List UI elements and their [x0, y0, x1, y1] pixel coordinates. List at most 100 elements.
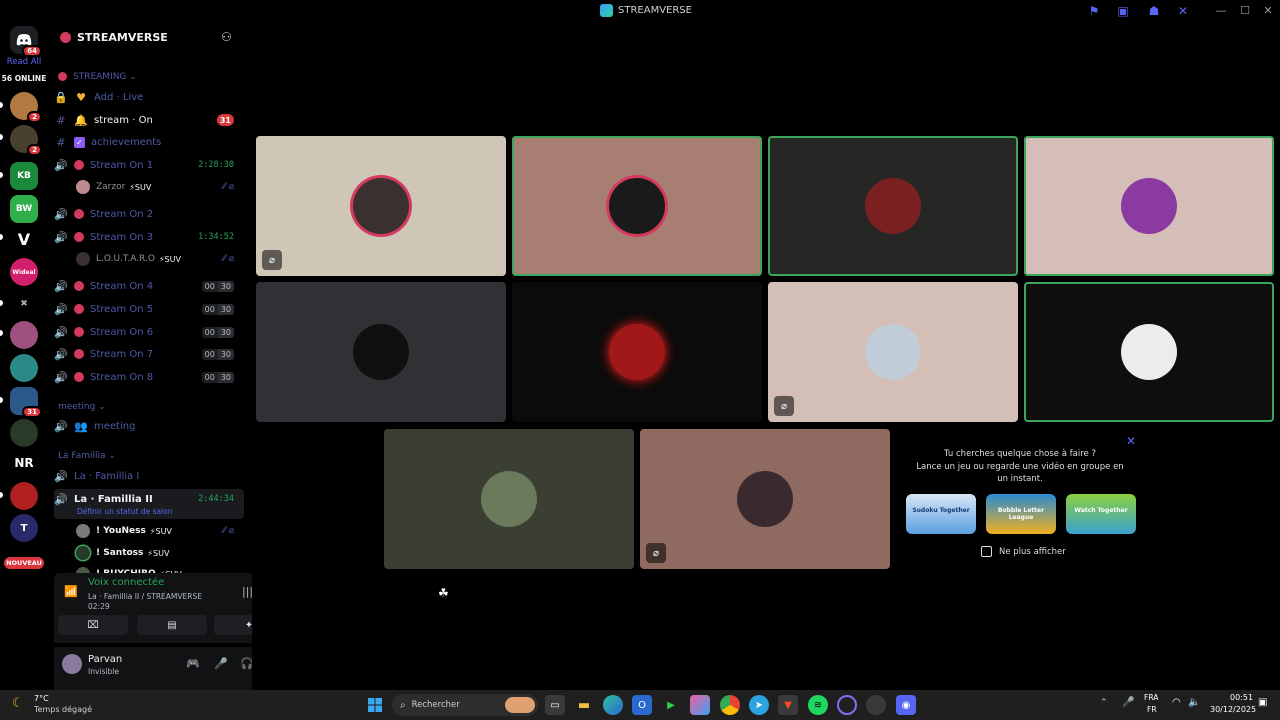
server-icon-t[interactable]: T — [10, 514, 38, 542]
voice-channel-famillia-1[interactable]: 🔊 La · Famillia I — [54, 466, 246, 486]
noise-suppression-icon[interactable]: ||| — [242, 585, 252, 598]
input-language[interactable]: FRA — [1144, 693, 1158, 702]
server-icon-v[interactable]: V — [10, 225, 38, 253]
participant-tile[interactable] — [512, 282, 762, 422]
voice-user[interactable]: Zarzor ⚡SUV ⁄⁄ ⌀ — [76, 177, 246, 197]
wifi-icon[interactable]: ◠ — [1172, 697, 1181, 708]
server-icon-cross[interactable]: ✖ — [10, 290, 38, 318]
voice-channel-stream-on-3[interactable]: 🔊 Stream On 3 1:34:52 — [54, 227, 246, 247]
voice-user[interactable]: L.O.U.T.A.R.O ⚡SUV ⁄⁄ ⌀ — [76, 249, 246, 269]
channel-stream-on[interactable]: # 🔔 stream · On 31 — [54, 110, 246, 130]
inbox-icon[interactable]: ▣ — [1115, 3, 1131, 19]
server-icon-2[interactable]: 2 — [10, 125, 42, 156]
notification-icon[interactable]: ▣ — [1258, 697, 1267, 708]
headphones-icon[interactable]: 🎧 — [240, 657, 252, 670]
search-box[interactable]: ⌕ Rechercher — [392, 694, 538, 716]
voice-user[interactable]: ! YouNess ⚡SUV ⁄⁄ ⌀ — [76, 521, 246, 541]
dm-home-button[interactable]: 64 — [10, 26, 42, 57]
participant-tile[interactable] — [384, 429, 634, 569]
flag-icon[interactable]: ⚑ — [1086, 3, 1102, 19]
voice-channel-link[interactable]: La · Famillia II / STREAMVERSE — [88, 592, 202, 601]
voice-channel-stream-on-5[interactable]: 🔊 Stream On 5 00 30 — [54, 299, 246, 319]
app-icon[interactable] — [866, 695, 886, 715]
voice-channel-stream-on-4[interactable]: 🔊 Stream On 4 00 30 — [54, 276, 246, 296]
participant-tile[interactable]: ⌀ — [256, 136, 506, 276]
volume-icon[interactable]: 🔈 — [1188, 697, 1200, 708]
participant-tile[interactable] — [256, 282, 506, 422]
voice-user[interactable]: ! Santoss ⚡SUV — [76, 543, 246, 563]
add-member-icon[interactable]: ⚇ — [221, 30, 232, 44]
voice-channel-stream-on-2[interactable]: 🔊 Stream On 2 — [54, 204, 246, 224]
alien-icon[interactable]: ☗ — [1146, 3, 1162, 19]
clock-date[interactable]: 30/12/2025 — [1210, 705, 1256, 714]
maximize-button[interactable]: ☐ — [1236, 3, 1254, 19]
server-icon-8[interactable] — [10, 321, 38, 349]
server-icon-kb[interactable]: KB — [10, 162, 38, 190]
weather-temp[interactable]: 7°C — [34, 694, 49, 703]
voice-channel-meeting[interactable]: 🔊 👥 meeting — [54, 416, 246, 436]
chevron-up-icon[interactable]: ⌃ — [1100, 698, 1108, 708]
camera-off-button[interactable]: ⌧ — [58, 615, 128, 635]
dont-show-checkbox[interactable] — [981, 546, 992, 557]
spotify-icon[interactable]: ≋ — [808, 695, 828, 715]
file-explorer-icon[interactable]: ▬ — [574, 695, 594, 715]
category-famillia[interactable]: La Famillia ⌄ — [58, 451, 116, 461]
server-icon-wideal[interactable]: Wideal — [10, 258, 38, 286]
server-icon-9[interactable] — [10, 354, 38, 382]
search-highlight-icon — [505, 697, 535, 713]
gamepad-icon[interactable]: 🎮 — [186, 657, 200, 670]
close-icon[interactable]: ✕ — [1126, 434, 1136, 448]
participant-tile[interactable]: ⌀ — [768, 282, 1018, 422]
screen-share-button[interactable]: ▤ — [137, 615, 207, 635]
chrome-icon[interactable] — [720, 695, 740, 715]
server-icon-nr[interactable]: NR — [10, 449, 38, 477]
app-circle-icon[interactable] — [837, 695, 857, 715]
participant-tile[interactable]: ⌀ — [640, 429, 890, 569]
task-view-icon[interactable]: ▭ — [545, 695, 565, 715]
copilot-icon[interactable] — [690, 695, 710, 715]
close-button[interactable]: ✕ — [1259, 3, 1277, 19]
lock-icon: 🔒 — [54, 90, 68, 104]
server-icon-1[interactable]: 2 — [10, 92, 42, 123]
game-card-sudoku[interactable]: Sudoku Together — [906, 494, 976, 534]
edge-icon[interactable] — [603, 695, 623, 715]
server-icon-bw[interactable]: BW — [10, 195, 38, 223]
avatar[interactable] — [62, 654, 82, 674]
channel-add-live[interactable]: 🔒 ♥ Add · Live — [54, 87, 246, 107]
discord-taskbar-icon[interactable]: ◉ — [896, 695, 916, 715]
read-all-link[interactable]: Read All — [0, 57, 48, 67]
brave-icon[interactable]: ▼ — [778, 695, 798, 715]
weather-desc[interactable]: Temps dégagé — [34, 705, 92, 714]
microphone-icon[interactable]: 🎤 — [1122, 697, 1134, 708]
new-badge[interactable]: NOUVEAU — [4, 557, 44, 569]
voice-channel-famillia-2[interactable]: 🔊 La · Famillia II 2:44:34 — [54, 489, 246, 509]
voice-channel-stream-on-7[interactable]: 🔊 Stream On 7 00 30 — [54, 344, 246, 364]
participant-tile[interactable] — [1024, 136, 1274, 276]
category-meeting[interactable]: meeting ⌄ — [58, 402, 106, 412]
server-icon-11[interactable] — [10, 419, 38, 447]
clock-time[interactable]: 00:51 — [1230, 693, 1253, 702]
participant-tile[interactable] — [768, 136, 1018, 276]
guild-header[interactable]: STREAMVERSE ⌄ ⚇ — [48, 22, 252, 54]
voice-channel-stream-on-8[interactable]: 🔊 Stream On 8 00 30 — [54, 367, 246, 387]
windows-start-icon[interactable] — [365, 695, 385, 715]
channel-achievements[interactable]: # ✓ achievements — [54, 132, 246, 152]
server-icon-10[interactable]: 31 — [10, 387, 42, 418]
telegram-icon[interactable]: ➤ — [749, 695, 769, 715]
game-card-letter-league[interactable]: Bobble Letter League — [986, 494, 1056, 534]
microphone-icon[interactable]: 🎤 — [214, 657, 228, 670]
outlook-icon[interactable]: O — [632, 695, 652, 715]
voice-channel-stream-on-1[interactable]: 🔊 Stream On 1 2:28:30 — [54, 155, 246, 175]
category-streaming[interactable]: STREAMING ⌄ — [58, 72, 137, 82]
participant-tile[interactable] — [1024, 282, 1274, 422]
media-player-icon[interactable]: ▶ — [661, 695, 681, 715]
voice-channel-stream-on-6[interactable]: 🔊 Stream On 6 00 30 — [54, 322, 246, 342]
minimize-button[interactable]: — — [1212, 3, 1230, 19]
server-icon-13[interactable] — [10, 482, 38, 510]
tools-icon[interactable]: ✕ — [1175, 3, 1191, 19]
game-card-watch-together[interactable]: Watch Together — [1066, 494, 1136, 534]
activities-button[interactable]: ✦ — [214, 615, 252, 635]
input-layout[interactable]: FR — [1147, 705, 1157, 714]
set-channel-status[interactable]: Définir un statut de salon — [77, 507, 172, 516]
participant-tile[interactable] — [512, 136, 762, 276]
